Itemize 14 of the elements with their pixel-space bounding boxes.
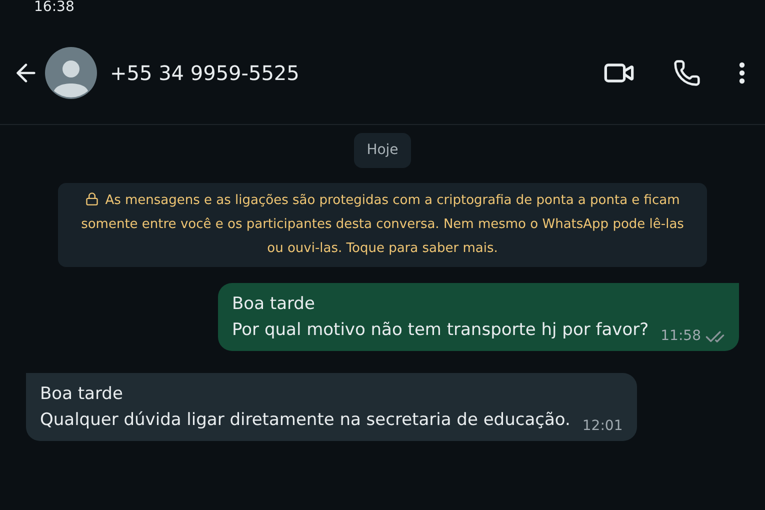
menu-icon xyxy=(739,62,745,84)
date-chip: Hoje xyxy=(354,133,412,168)
message-text: Boa tarde Qualquer dúvida ligar diretamente na secretaria de educação. xyxy=(40,383,570,432)
phone-call-button[interactable] xyxy=(673,59,701,87)
message-time: 12:01 xyxy=(582,417,623,436)
message-text: Boa tarde Por qual motivo não tem transporte hj por favor? xyxy=(232,293,649,342)
phone-icon xyxy=(673,59,701,87)
encryption-notice[interactable]: As mensagens e as ligações são protegidas com a criptografia de ponta a ponta e ficam somente entre você e os participantes desta conversa. Nem mesmo o WhatsApp pode lê-las ou ouvi-las. Toque para saber mais. xyxy=(58,183,707,267)
avatar-icon[interactable] xyxy=(45,47,97,99)
contact-name[interactable]: +55 34 9959-5525 xyxy=(110,58,300,88)
menu-button[interactable] xyxy=(739,62,745,84)
lock-icon xyxy=(85,192,100,206)
message-time: 11:58 xyxy=(660,327,701,346)
status-time: 16:38 xyxy=(34,0,74,14)
